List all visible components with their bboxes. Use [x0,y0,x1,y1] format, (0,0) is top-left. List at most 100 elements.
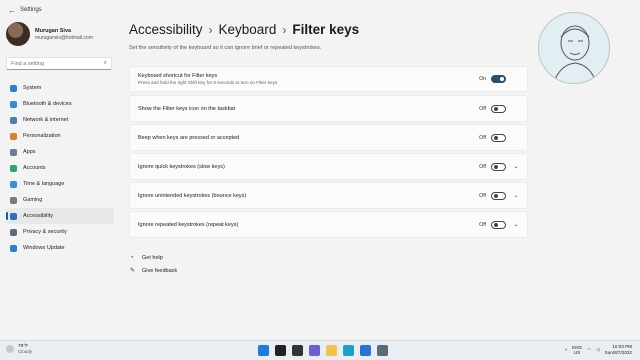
setting-row[interactable]: Ignore unintended keystrokes (bounce key… [129,182,528,209]
breadcrumb-keyboard[interactable]: Keyboard [219,22,277,37]
cloud-icon [6,345,14,353]
language-indicator[interactable]: ENG US [572,345,582,355]
setting-label: Keyboard shortcut for Filter keys [138,73,218,79]
chevron-right-icon: › [208,22,213,37]
webcam-overlay-portrait [538,12,610,84]
user-profile[interactable]: Murugan Siva murugansiv@hotmail.com [6,22,93,46]
toggle-state-label: Off [479,192,486,199]
chevron-down-icon[interactable]: ⌄ [513,192,519,199]
search-input[interactable] [11,60,104,67]
sidebar-item-label: Accessibility [23,213,53,219]
search-icon[interactable]: ⌕ [104,60,107,67]
person-icon [10,164,17,172]
taskbar-apps [258,345,388,356]
sidebar-item-system[interactable]: System [6,80,114,96]
region-code: US [573,350,581,355]
sidebar-item-label: Network & internet [23,117,69,123]
store-icon[interactable] [360,345,371,356]
sidebar-item-time-language[interactable]: Time & language [6,176,114,192]
sidebar-item-accounts[interactable]: Accounts [6,160,114,176]
setting-description: Press and hold the right Shift key for 8… [138,80,278,85]
clock[interactable]: 10:03 PM Sun/8/7/2022 [605,344,632,356]
setting-text: Ignore unintended keystrokes (bounce key… [138,193,479,199]
file-explorer-icon[interactable] [326,345,337,356]
toggle-knob [493,106,498,111]
sidebar-item-label: System [23,85,42,91]
setting-row: Show the Filter keys icon on the taskbar… [129,95,528,122]
toggle-knob [493,135,498,140]
setting-row: Beep when keys are pressed or accepted Of… [129,124,528,151]
start-icon[interactable] [258,345,269,356]
toggle-switch[interactable] [491,133,506,142]
toggle-switch[interactable] [491,104,506,113]
sidebar-item-label: Windows Update [23,245,65,251]
sidebar-item-label: Personalization [23,133,61,139]
wifi-icon[interactable]: ◠ [587,347,591,353]
weather-widget[interactable]: 78°F Cloudy [6,344,32,354]
give-feedback-link[interactable]: ✎ Give feedback [130,264,177,277]
toggle-state-label: Off [479,105,486,112]
shield-icon [10,228,17,236]
sidebar-item-personalization[interactable]: Personalization [6,128,114,144]
toggle-knob [493,164,498,169]
help-icon: ◔ [130,254,134,261]
sidebar-nav: System Bluetooth & devices Network & inter… [6,80,114,256]
wifi-icon [10,116,17,124]
taskbar: 78°F Cloudy ^ ENG US ◠ ◁ 10:03 PM Sun/8/… [0,340,640,360]
clock-date: Sun/8/7/2022 [604,350,632,355]
back-arrow-icon[interactable]: ← [8,6,20,15]
sidebar-item-label: Apps [23,149,36,155]
setting-row: Keyboard shortcut for Filter keys Press a… [129,66,528,92]
profile-name: Murugan Siva [35,27,72,34]
get-help-link[interactable]: ◔ Get help [130,251,177,264]
toggle-state-label: Off [479,221,486,228]
chevron-down-icon[interactable]: ⌄ [513,221,519,228]
get-help-label: Get help [142,254,163,261]
sidebar-item-gaming[interactable]: Gaming [6,192,114,208]
toggle-state-label: On [479,76,486,82]
task-view-icon[interactable] [292,345,303,356]
breadcrumb-accessibility[interactable]: Accessibility [129,22,203,37]
search-icon[interactable] [275,345,286,356]
edge-icon[interactable] [343,345,354,356]
chevron-down-icon[interactable]: ⌄ [513,163,519,170]
sidebar-item-bluetooth-devices[interactable]: Bluetooth & devices [6,96,114,112]
toggle-switch[interactable] [491,191,506,200]
weather-condition: Cloudy [18,349,33,354]
globe-clock-icon [10,180,17,188]
setting-text: Beep when keys are pressed or accepted [138,135,479,141]
sidebar-item-label: Time & language [23,181,65,187]
sidebar-item-label: Accounts [23,165,46,171]
chat-icon[interactable] [309,345,320,356]
toggle-state-label: Off [479,134,486,141]
sidebar-item-privacy-security[interactable]: Privacy & security [6,224,114,240]
setting-label: Ignore quick keystrokes (slow keys) [138,163,225,170]
monitor-icon [10,84,17,92]
toggle-state-label: Off [479,163,486,170]
sidebar-item-network-internet[interactable]: Network & internet [6,112,114,128]
settings-gear-icon[interactable] [377,345,388,356]
sidebar-item-label: Privacy & security [23,229,67,235]
toggle-switch[interactable] [491,75,506,83]
volume-icon[interactable]: ◁ [596,347,600,353]
setting-label: Ignore repeated keystrokes (repeat keys) [138,221,239,228]
window-title: Settings [20,7,42,13]
toggle-knob [500,77,504,81]
sidebar-item-apps[interactable]: Apps [6,144,114,160]
setting-label: Ignore unintended keystrokes (bounce key… [138,192,247,199]
chevron-up-icon[interactable]: ^ [565,348,567,353]
bluetooth-icon [10,100,17,108]
update-icon [10,244,17,252]
setting-row[interactable]: Ignore repeated keystrokes (repeat keys)… [129,211,528,238]
sidebar-item-accessibility[interactable]: Accessibility [6,208,114,224]
toggle-switch[interactable] [491,220,506,229]
toggle-knob [493,222,498,227]
breadcrumb: Accessibility › Keyboard › Filter keys [129,22,359,37]
toggle-switch[interactable] [491,162,506,171]
search-box[interactable]: ⌕ [6,57,112,70]
setting-row[interactable]: Ignore quick keystrokes (slow keys) Off ⌄ [129,153,528,180]
profile-email: murugansiv@hotmail.com [35,34,93,41]
page-title: Filter keys [292,22,360,37]
apps-icon [10,148,17,156]
sidebar-item-windows-update[interactable]: Windows Update [6,240,114,256]
